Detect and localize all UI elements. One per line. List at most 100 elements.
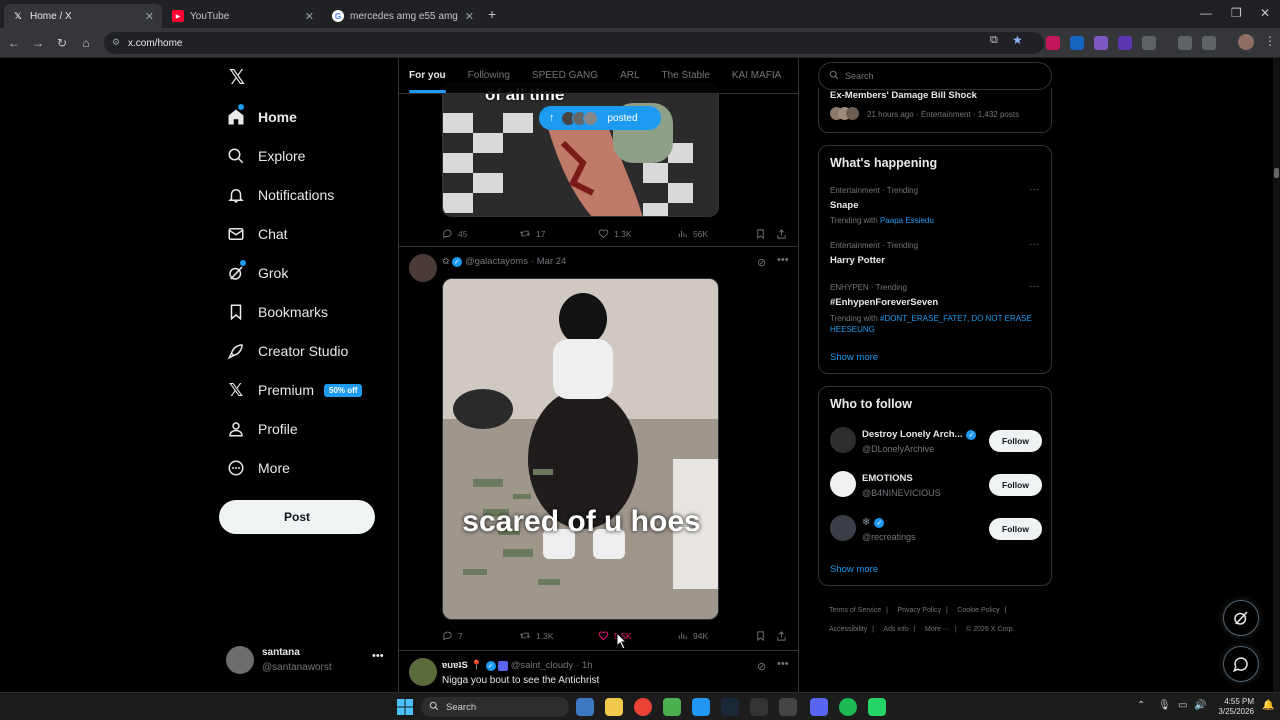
nav-notifications[interactable]: Notifications	[226, 180, 334, 210]
bookmark-icon[interactable]	[755, 227, 766, 245]
tab-youtube[interactable]: ▶ YouTube ✕	[164, 4, 322, 28]
search-input[interactable]: Search	[818, 62, 1052, 90]
tweet-author-name[interactable]: ɐuɐʇS	[442, 660, 468, 671]
back-icon[interactable]: ←	[6, 35, 22, 51]
taskbar-search[interactable]: Search	[421, 697, 569, 717]
discord-icon[interactable]	[810, 698, 828, 716]
tab-kai-mafia[interactable]: KAI MAFIA	[732, 70, 781, 81]
tweet-date[interactable]: · 1h	[576, 660, 592, 671]
nav-more[interactable]: More	[226, 453, 290, 483]
nav-chat[interactable]: Chat	[226, 219, 288, 249]
more-dots-icon[interactable]: •••	[777, 254, 789, 266]
new-posts-pill[interactable]: ↑ posted	[539, 106, 661, 130]
volume-icon[interactable]: 🔊	[1194, 700, 1206, 711]
share-icon[interactable]	[776, 227, 787, 245]
whatsapp-icon[interactable]	[868, 698, 886, 716]
address-bar[interactable]: ⚙ x.com/home	[104, 32, 1044, 54]
show-more-link[interactable]: Show more	[830, 564, 878, 575]
views-button[interactable]: 56K	[677, 228, 708, 239]
tab-the-stable[interactable]: The Stable	[662, 70, 710, 81]
more-dots-icon[interactable]: ···	[1029, 184, 1039, 195]
views-button[interactable]: 94K	[677, 630, 708, 641]
footer-link[interactable]: Accessibility	[829, 626, 867, 633]
profile-avatar-icon[interactable]	[1238, 34, 1254, 50]
chrome-icon[interactable]	[634, 698, 652, 716]
spotify-icon[interactable]	[839, 698, 857, 716]
file-explorer-icon[interactable]	[605, 698, 623, 716]
trend-with-link[interactable]: Paapa Essiedu	[880, 216, 934, 225]
trend-item[interactable]: Entertainment · Trending ··· Harry Potte…	[819, 239, 1053, 269]
trend-item[interactable]: Entertainment · Trending ··· Snape Trend…	[819, 184, 1053, 230]
app-icon[interactable]	[779, 698, 797, 716]
close-icon[interactable]: ✕	[305, 10, 314, 23]
grok-icon[interactable]: ⊘	[757, 256, 766, 269]
extension-icon[interactable]	[1094, 36, 1108, 50]
avatar[interactable]	[409, 254, 437, 282]
nav-explore[interactable]: Explore	[226, 141, 305, 171]
epic-games-icon[interactable]	[750, 698, 768, 716]
forward-icon[interactable]: →	[30, 35, 46, 51]
extensions-puzzle-icon[interactable]	[1142, 36, 1156, 50]
more-dots-icon[interactable]: •••	[777, 658, 789, 670]
window-close-icon[interactable]: ✕	[1260, 6, 1270, 20]
tab-arl[interactable]: ARL	[620, 70, 639, 81]
retweet-button[interactable]: 1.3K	[519, 630, 554, 641]
share-icon[interactable]	[776, 629, 787, 647]
sidebar-icon[interactable]	[1202, 36, 1216, 50]
footer-link[interactable]: Terms of Service	[829, 607, 881, 614]
minimize-icon[interactable]: —	[1200, 6, 1212, 20]
tweet-handle[interactable]: @saint_cloudy	[511, 660, 573, 671]
tab-home-x[interactable]: 𝕏 Home / X ✕	[4, 4, 162, 28]
windows-start-icon[interactable]	[397, 699, 413, 715]
close-icon[interactable]: ✕	[465, 10, 474, 23]
nav-bookmarks[interactable]: Bookmarks	[226, 297, 328, 327]
nav-premium[interactable]: 𝕏 Premium 50% off	[226, 375, 363, 405]
scrollbar-thumb[interactable]	[1274, 168, 1279, 178]
browser-menu-icon[interactable]: ⋮	[1264, 34, 1276, 48]
tab-for-you[interactable]: For you	[409, 70, 446, 81]
retweet-button[interactable]: 17	[519, 228, 545, 239]
site-info-icon[interactable]: ⚙	[112, 37, 120, 48]
downloads-icon[interactable]	[1178, 36, 1192, 50]
clock[interactable]: 4:55 PM 3/25/2026	[1214, 697, 1254, 717]
footer-link[interactable]: Cookie Policy	[957, 607, 999, 614]
bookmark-icon[interactable]	[755, 629, 766, 647]
tweet-date[interactable]: · Mar 24	[531, 256, 566, 267]
chevron-up-icon[interactable]: ⌃	[1137, 700, 1145, 711]
cast-icon[interactable]: ⧉	[990, 34, 998, 47]
grok-float-button[interactable]	[1223, 600, 1259, 636]
account-switcher[interactable]: santana @santanaworst •••	[226, 644, 396, 678]
footer-link[interactable]: Ads info	[883, 626, 908, 633]
nav-creator-studio[interactable]: Creator Studio	[226, 336, 348, 366]
follow-button[interactable]: Follow	[989, 430, 1042, 452]
post-button[interactable]: Post	[219, 500, 375, 534]
new-tab-icon[interactable]: +	[488, 6, 496, 22]
tab-google[interactable]: G mercedes amg e55 amg - Goog ✕	[324, 4, 482, 28]
follow-button[interactable]: Follow	[989, 518, 1042, 540]
tab-speed-gang[interactable]: SPEED GANG	[532, 70, 598, 81]
app-icon[interactable]	[663, 698, 681, 716]
reply-button[interactable]: 7	[442, 630, 463, 641]
reply-button[interactable]: 45	[442, 228, 467, 239]
tweet-media[interactable]	[442, 82, 719, 217]
footer-link[interactable]: More ···	[925, 626, 950, 633]
tweet-media[interactable]: scared of u hoes	[442, 278, 719, 620]
extension-icon[interactable]	[1118, 36, 1132, 50]
extension-icon[interactable]	[1070, 36, 1084, 50]
settings-app-icon[interactable]	[576, 698, 594, 716]
nav-profile[interactable]: Profile	[226, 414, 298, 444]
x-logo-icon[interactable]: 𝕏	[226, 66, 248, 89]
bookmark-star-icon[interactable]: ★	[1012, 33, 1023, 47]
close-icon[interactable]: ✕	[145, 10, 154, 23]
page-scrollbar[interactable]	[1273, 58, 1280, 692]
avatar[interactable]	[409, 658, 437, 686]
network-icon[interactable]: ▭	[1178, 700, 1187, 711]
reload-icon[interactable]: ↻	[54, 35, 70, 51]
more-dots-icon[interactable]: ···	[1029, 239, 1039, 250]
chat-float-button[interactable]	[1223, 646, 1259, 682]
nav-grok[interactable]: Grok	[226, 258, 288, 288]
trend-item[interactable]: ENHYPEN · Trending ··· #EnhypenForeverSe…	[819, 281, 1053, 336]
tab-following[interactable]: Following	[468, 70, 510, 81]
show-more-link[interactable]: Show more	[830, 352, 878, 363]
photos-icon[interactable]	[692, 698, 710, 716]
